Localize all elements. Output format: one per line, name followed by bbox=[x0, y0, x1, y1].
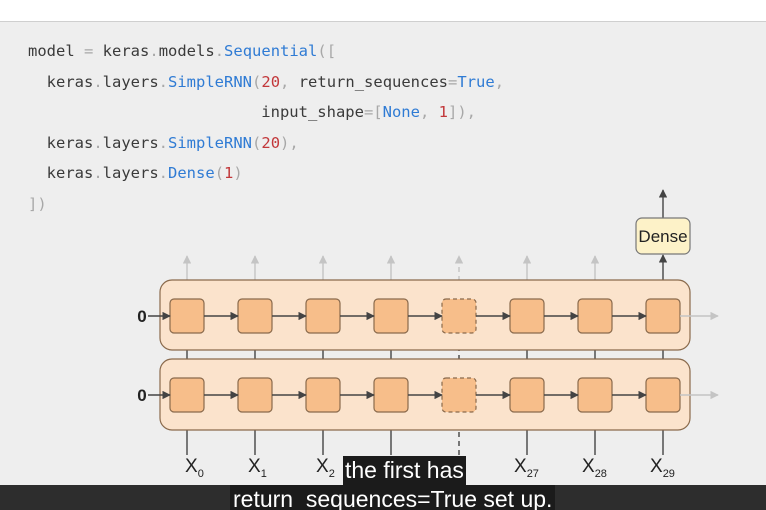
input-label-x2: X2 bbox=[316, 456, 335, 480]
subtitle-line-2: return_sequences=True set up. bbox=[230, 485, 556, 510]
input-label-subscript: 1 bbox=[261, 468, 267, 480]
rnn-cell bbox=[305, 298, 341, 334]
input-label-x1: X1 bbox=[248, 456, 267, 480]
input-label-base: X bbox=[582, 456, 595, 477]
input-label-base: X bbox=[185, 456, 198, 477]
rnn-diagram: Dense 0 0 X0 X1 X2 X27 X28 X29 bbox=[137, 189, 719, 480]
initial-state-top-label: 0 bbox=[137, 307, 146, 326]
rnn-cell bbox=[169, 377, 205, 413]
input-label-subscript: 29 bbox=[663, 468, 675, 480]
rnn-cell bbox=[577, 377, 613, 413]
input-label-x27: X27 bbox=[514, 456, 539, 480]
rnn-cell bbox=[645, 377, 681, 413]
input-label-subscript: 27 bbox=[527, 468, 539, 480]
input-label-subscript: 0 bbox=[198, 468, 204, 480]
initial-state-bottom-label: 0 bbox=[137, 386, 146, 405]
input-label-base: X bbox=[514, 456, 527, 477]
rnn-cell bbox=[509, 377, 545, 413]
input-label-base: X bbox=[316, 456, 329, 477]
rnn-cell bbox=[509, 298, 545, 334]
subtitle-line-1: the first has bbox=[343, 456, 466, 485]
input-label-base: X bbox=[248, 456, 261, 477]
rnn-cell bbox=[645, 298, 681, 334]
rnn-cell bbox=[305, 377, 341, 413]
input-label-base: X bbox=[650, 456, 663, 477]
rnn-cell bbox=[237, 298, 273, 334]
input-label-x0: X0 bbox=[185, 456, 204, 480]
rnn-cell bbox=[373, 298, 409, 334]
rnn-cell bbox=[577, 298, 613, 334]
input-label-x28: X28 bbox=[582, 456, 607, 480]
rnn-cell-ellipsis bbox=[441, 377, 477, 413]
input-label-subscript: 2 bbox=[329, 468, 335, 480]
rnn-cell bbox=[169, 298, 205, 334]
rnn-cell-ellipsis bbox=[441, 298, 477, 334]
rnn-cell bbox=[237, 377, 273, 413]
input-label-x29: X29 bbox=[650, 456, 675, 480]
input-label-subscript: 28 bbox=[595, 468, 607, 480]
dense-label: Dense bbox=[638, 227, 687, 246]
rnn-cell bbox=[373, 377, 409, 413]
